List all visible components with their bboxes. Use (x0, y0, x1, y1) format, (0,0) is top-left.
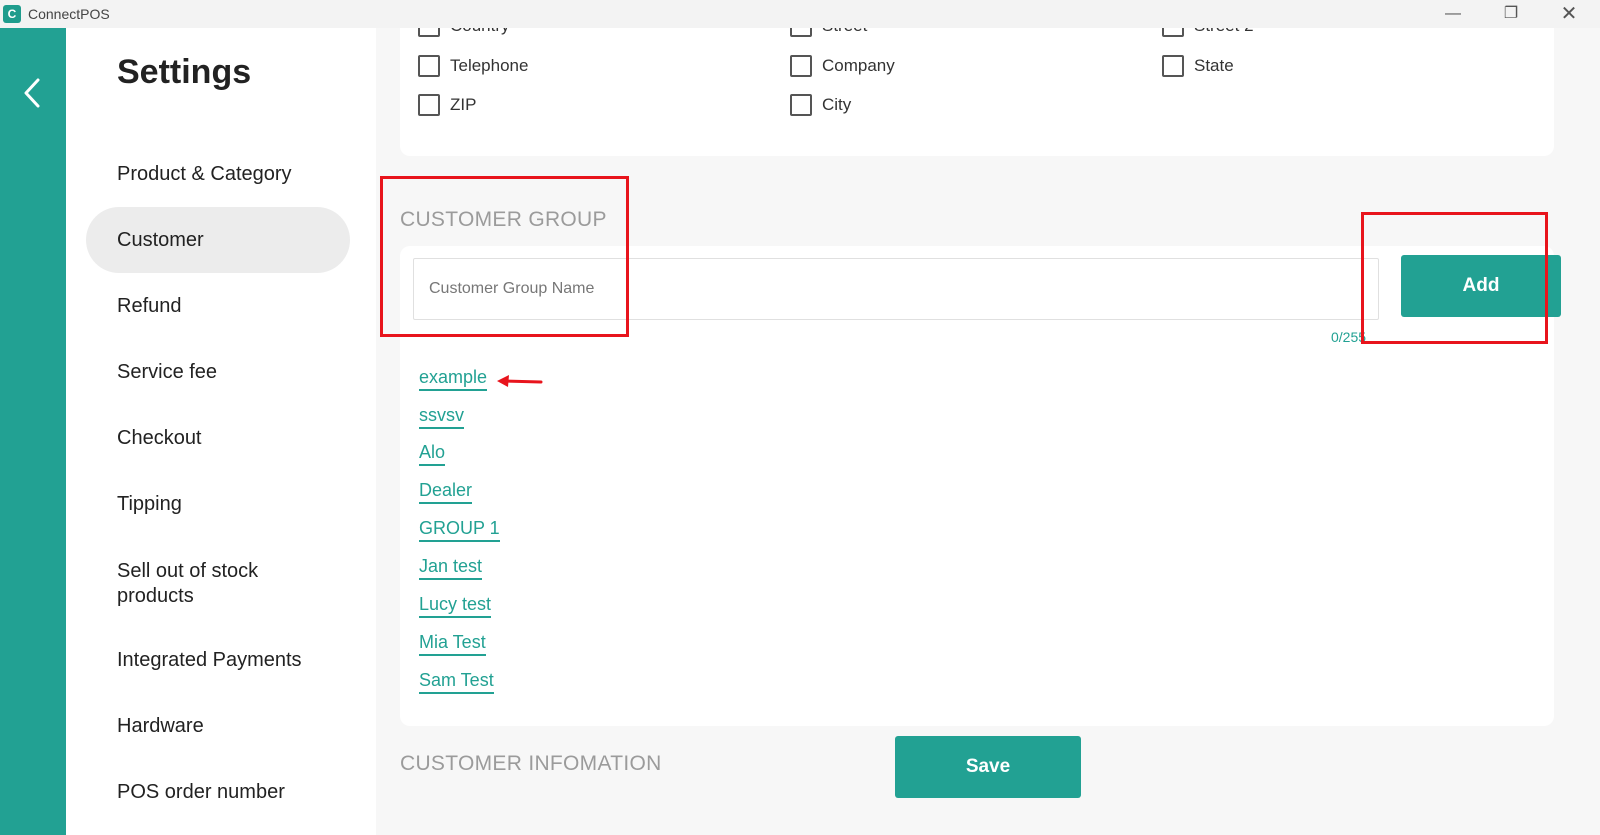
window-title: ConnectPOS (28, 6, 110, 22)
checkbox-label: City (822, 95, 852, 114)
checkbox-country[interactable]: Country (418, 28, 510, 37)
customer-information-heading: CUSTOMER INFOMATION (400, 752, 662, 775)
checkbox-box[interactable] (790, 94, 812, 116)
sidebar-item-label: Integrated Payments (117, 648, 302, 671)
sidebar-item-label: Hardware (117, 714, 204, 737)
checkbox-box[interactable] (790, 28, 812, 37)
sidebar-item-label: Customer (117, 228, 204, 251)
checkbox-state[interactable]: State (1162, 55, 1234, 77)
back-arrow-icon[interactable] (18, 73, 48, 113)
group-link-sam-test[interactable]: Sam Test (419, 669, 494, 694)
checkbox-street-2[interactable]: Street 2 (1162, 28, 1254, 37)
minimize-button[interactable]: — (1430, 0, 1476, 28)
checkbox-box[interactable] (418, 55, 440, 77)
checkbox-label: State (1194, 56, 1234, 75)
group-link-mia-test[interactable]: Mia Test (419, 631, 486, 656)
checkbox-label: Telephone (450, 56, 529, 75)
annotation-box-add-button (1361, 212, 1548, 344)
sidebar-item-label: Refund (117, 294, 182, 317)
checkbox-box[interactable] (790, 55, 812, 77)
sidebar-item-customer[interactable]: Customer (86, 207, 350, 273)
checkbox-telephone[interactable]: Telephone (418, 55, 528, 77)
title-bar: C ConnectPOS — ❐ ✕ (0, 0, 1600, 28)
checkbox-label: Street 2 (1194, 28, 1254, 36)
sidebar-item-integrated-payments[interactable]: Integrated Payments (86, 640, 350, 680)
group-link-group-1[interactable]: GROUP 1 (419, 517, 500, 542)
checkbox-box[interactable] (1162, 55, 1184, 77)
checkbox-label: ZIP (450, 95, 477, 114)
sidebar-item-label: Tipping (117, 492, 182, 515)
checkbox-zip[interactable]: ZIP (418, 94, 476, 116)
group-link-dealer[interactable]: Dealer (419, 479, 473, 504)
sidebar-item-checkout[interactable]: Checkout (86, 418, 350, 458)
sidebar-item-label: Service fee (117, 360, 218, 383)
checkbox-street[interactable]: Street (790, 28, 867, 37)
checkbox-box[interactable] (1162, 28, 1184, 37)
sidebar-item-pos-order-number[interactable]: POS order number (86, 772, 350, 812)
group-link-jan-test[interactable]: Jan test (419, 555, 483, 580)
sidebar-item-product-category[interactable]: Product & Category (86, 154, 350, 194)
settings-sidebar: Settings Product & Category Customer Ref… (66, 28, 376, 835)
annotation-box-group-input (380, 176, 629, 337)
checkbox-company[interactable]: Company (790, 55, 895, 77)
sidebar-item-label: Sell out of stock products (117, 560, 259, 607)
sidebar-item-label: POS order number (117, 780, 285, 803)
sidebar-item-tipping[interactable]: Tipping (86, 484, 350, 524)
group-link-lucy-test[interactable]: Lucy test (419, 593, 492, 618)
annotation-arrow-icon (497, 375, 543, 387)
checkbox-box[interactable] (418, 28, 440, 37)
group-link-example[interactable]: example (419, 366, 488, 391)
sidebar-item-sell-out-of-stock[interactable]: Sell out of stock products (86, 556, 306, 612)
group-link-ssvsv[interactable]: ssvsv (419, 404, 464, 429)
sidebar-item-hardware[interactable]: Hardware (86, 706, 350, 746)
left-rail (0, 28, 66, 835)
sidebar-item-label: Checkout (117, 426, 202, 449)
checkbox-label: Street (822, 28, 867, 36)
sidebar-item-service-fee[interactable]: Service fee (86, 352, 350, 392)
close-button[interactable]: ✕ (1546, 0, 1592, 28)
page-title: Settings (117, 53, 252, 91)
checkbox-label: Company (822, 56, 895, 75)
group-link-alo[interactable]: Alo (419, 441, 446, 466)
address-fields-card: Country Street Street 2 Telephone Compan… (400, 28, 1554, 156)
sidebar-item-refund[interactable]: Refund (86, 286, 350, 326)
app-logo-icon: C (3, 5, 21, 23)
main-content: Country Street Street 2 Telephone Compan… (376, 28, 1600, 835)
checkbox-city[interactable]: City (790, 94, 851, 116)
maximize-button[interactable]: ❐ (1488, 0, 1534, 28)
checkbox-label: Country (450, 28, 510, 36)
checkbox-box[interactable] (418, 94, 440, 116)
sidebar-item-label: Product & Category (117, 162, 292, 185)
save-button[interactable]: Save (895, 736, 1081, 798)
